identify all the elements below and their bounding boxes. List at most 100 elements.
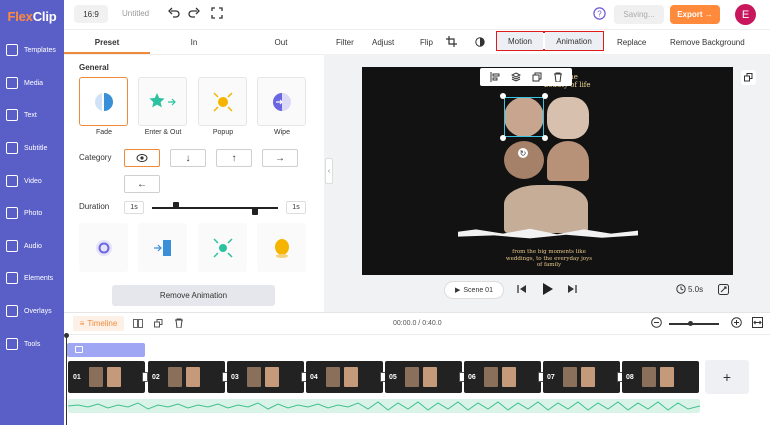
skip-forward-icon[interactable] bbox=[567, 284, 577, 294]
sidebar-item-media[interactable]: Media bbox=[0, 68, 64, 98]
aspect-ratio-button[interactable]: 16:9 bbox=[74, 5, 108, 23]
help-icon[interactable]: ? bbox=[593, 7, 606, 20]
selection-box[interactable] bbox=[504, 97, 544, 137]
sidebar-item-tools[interactable]: Tools bbox=[0, 329, 64, 359]
photo-circle-2[interactable] bbox=[547, 97, 589, 139]
export-button[interactable]: Export → bbox=[670, 5, 720, 24]
resize-handle[interactable] bbox=[500, 135, 506, 141]
clip-number: 05 bbox=[389, 373, 397, 381]
app-logo[interactable]: Flex Clip bbox=[0, 0, 64, 32]
flip-button[interactable]: Flip bbox=[420, 30, 433, 54]
motion-button[interactable]: Motion bbox=[497, 32, 543, 50]
tab-in[interactable]: In bbox=[151, 30, 237, 54]
preset-rotate[interactable] bbox=[79, 223, 128, 272]
timeline-toggle[interactable]: ≡ Timeline bbox=[73, 316, 124, 331]
preset-wipe[interactable] bbox=[257, 77, 306, 126]
zoom-slider-track[interactable] bbox=[669, 323, 719, 325]
photo-circle-4[interactable] bbox=[547, 141, 589, 181]
scene-clip-07[interactable]: 07 bbox=[543, 361, 620, 393]
scene-duration[interactable]: 5.0s bbox=[676, 284, 703, 294]
copy-canvas-icon[interactable] bbox=[741, 70, 756, 85]
zoom-out-icon[interactable] bbox=[651, 317, 662, 328]
rotate-handle-icon[interactable]: ↻ bbox=[518, 148, 528, 158]
duplicate-icon[interactable] bbox=[532, 72, 542, 82]
collapse-panel-toggle[interactable]: ‹ bbox=[325, 158, 333, 184]
duration-end-value[interactable]: 1s bbox=[286, 201, 306, 214]
fullscreen-icon[interactable] bbox=[211, 7, 223, 19]
playhead-knob[interactable] bbox=[64, 333, 69, 338]
scene-clip-02[interactable]: 02 bbox=[148, 361, 225, 393]
remove-animation-button[interactable]: Remove Animation bbox=[112, 285, 275, 306]
layers-icon[interactable] bbox=[510, 72, 521, 82]
preset-bounce[interactable] bbox=[257, 223, 306, 272]
resize-handle[interactable] bbox=[542, 93, 548, 99]
sidebar-item-audio[interactable]: Audio bbox=[0, 231, 64, 261]
preset-popup[interactable] bbox=[198, 77, 247, 126]
video-canvas[interactable]: re the beauty of life ↻ from the big mom… bbox=[362, 67, 733, 275]
sidebar-item-text[interactable]: Text bbox=[0, 100, 64, 130]
fit-screen-icon[interactable] bbox=[718, 284, 729, 295]
skip-back-icon[interactable] bbox=[517, 284, 527, 294]
video-icon bbox=[6, 175, 18, 187]
preset-zoom[interactable] bbox=[198, 223, 247, 272]
split-icon[interactable] bbox=[133, 319, 143, 328]
zoom-slider-handle[interactable] bbox=[688, 321, 693, 326]
remove-background-button[interactable]: Remove Background bbox=[670, 30, 745, 54]
direction-left-button[interactable]: ← bbox=[124, 175, 160, 193]
preview-area: Filter Adjust Flip Motion Animation Repl… bbox=[324, 30, 770, 312]
zoom-in-icon[interactable] bbox=[731, 317, 742, 328]
replace-button[interactable]: Replace bbox=[617, 30, 646, 54]
preset-enter-out[interactable] bbox=[138, 77, 187, 126]
sidebar-item-subtitle[interactable]: Subtitle bbox=[0, 133, 64, 163]
scene-clip-01[interactable]: 01 bbox=[67, 360, 146, 394]
duration-slider-track[interactable] bbox=[152, 207, 278, 209]
undo-icon[interactable] bbox=[168, 7, 180, 19]
resize-handle[interactable] bbox=[500, 93, 506, 99]
scene-selector[interactable]: ▶ Scene 01 bbox=[444, 281, 504, 299]
trash-icon[interactable] bbox=[174, 318, 184, 328]
scene-clip-04[interactable]: 04 bbox=[306, 361, 383, 393]
filter-button[interactable]: Filter bbox=[336, 30, 354, 54]
scene-clip-05[interactable]: 05 bbox=[385, 361, 462, 393]
opacity-icon[interactable] bbox=[475, 37, 485, 47]
adjust-button[interactable]: Adjust bbox=[372, 30, 394, 54]
preset-label: Fade bbox=[96, 129, 112, 136]
add-scene-button[interactable]: + bbox=[705, 360, 749, 394]
scene-clip-03[interactable]: 03 bbox=[227, 361, 304, 393]
audio-track[interactable] bbox=[68, 399, 700, 413]
align-icon[interactable] bbox=[490, 72, 500, 82]
direction-up-button[interactable]: ↑ bbox=[216, 149, 252, 167]
fit-timeline-icon[interactable] bbox=[752, 317, 763, 328]
sidebar-item-video[interactable]: Video bbox=[0, 166, 64, 196]
preset-slide[interactable] bbox=[138, 223, 187, 272]
clip-thumbnail bbox=[265, 367, 279, 387]
duration-slider-start-handle[interactable] bbox=[173, 202, 179, 209]
delete-icon[interactable] bbox=[553, 72, 563, 82]
play-icon[interactable] bbox=[542, 282, 554, 296]
sidebar-item-overlays[interactable]: Overlays bbox=[0, 296, 64, 326]
copy-icon[interactable] bbox=[154, 319, 163, 328]
scene-clip-06[interactable]: 06 bbox=[464, 361, 541, 393]
preset-fade[interactable] bbox=[79, 77, 128, 126]
animation-button[interactable]: Animation bbox=[545, 32, 603, 50]
tab-preset[interactable]: Preset bbox=[64, 30, 150, 54]
sidebar-item-label: Media bbox=[24, 79, 44, 87]
avatar[interactable]: E bbox=[735, 4, 756, 25]
sidebar-item-photo[interactable]: Photo bbox=[0, 198, 64, 228]
duration-slider-end-handle[interactable] bbox=[252, 208, 258, 215]
direction-down-button[interactable]: ↓ bbox=[170, 149, 206, 167]
tab-out[interactable]: Out bbox=[238, 30, 324, 54]
sidebar-item-templates[interactable]: Templates bbox=[0, 35, 64, 65]
redo-icon[interactable] bbox=[188, 7, 200, 19]
document-title[interactable]: Untitled bbox=[122, 9, 149, 18]
scene-clip-08[interactable]: 08 bbox=[622, 361, 699, 393]
overlay-track-clip[interactable] bbox=[67, 343, 145, 357]
direction-center-button[interactable] bbox=[124, 149, 160, 167]
crop-icon[interactable] bbox=[446, 36, 457, 47]
direction-right-button[interactable]: → bbox=[262, 149, 298, 167]
resize-handle[interactable] bbox=[542, 135, 548, 141]
photo-main[interactable] bbox=[504, 185, 588, 233]
photo-circle-3[interactable] bbox=[504, 141, 544, 179]
sidebar-item-elements[interactable]: Elements bbox=[0, 263, 64, 293]
duration-start-value[interactable]: 1s bbox=[124, 201, 144, 214]
